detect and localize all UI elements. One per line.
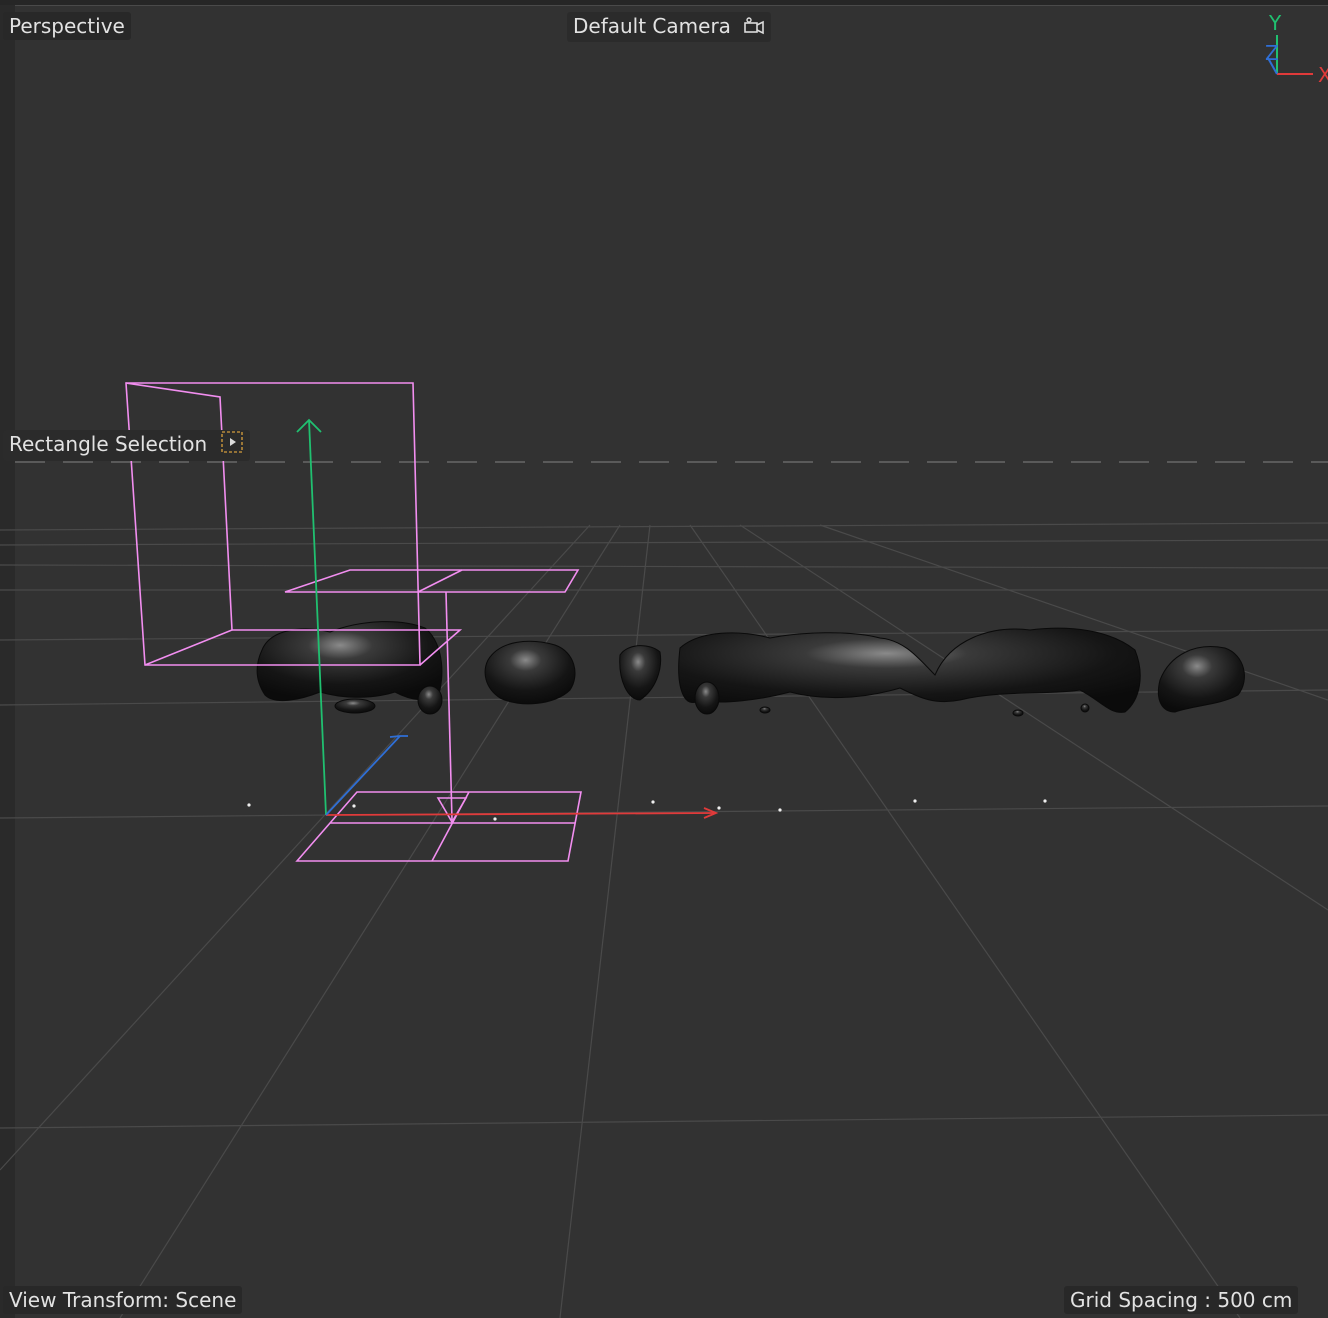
projection-label: Perspective — [9, 14, 125, 38]
camera-menu[interactable]: Default Camera — [567, 12, 772, 42]
selection-tool-label: Rectangle Selection — [9, 432, 208, 456]
fluid-mesh — [256, 621, 1245, 717]
camera-icon — [743, 14, 765, 42]
3d-viewport[interactable]: Y Z X Perspective Default Camera Rectang… — [0, 0, 1328, 1318]
grid-spacing-label: Grid Spacing : 500 cm — [1070, 1288, 1293, 1312]
view-transform-menu[interactable]: View Transform: Scene — [3, 1286, 243, 1314]
gizmo-x-label: X — [1318, 63, 1328, 87]
y-axis-handle[interactable] — [308, 419, 327, 816]
ground-grid — [0, 522, 1328, 1318]
camera-label: Default Camera — [573, 14, 731, 38]
gizmo-y-label: Y — [1268, 11, 1282, 35]
projection-menu[interactable]: Perspective — [3, 12, 131, 40]
rectangle-selection-icon — [220, 430, 244, 461]
view-transform-label: View Transform: Scene — [9, 1288, 237, 1312]
x-axis-handle[interactable] — [325, 812, 717, 816]
scene-canvas[interactable]: Y Z X — [0, 0, 1328, 1318]
transform-gizmo[interactable] — [296, 418, 719, 819]
orientation-gizmo[interactable]: Y Z X — [1265, 11, 1328, 87]
selection-tool-indicator[interactable]: Rectangle Selection — [3, 430, 250, 461]
grid-spacing-readout: Grid Spacing : 500 cm — [1064, 1286, 1299, 1314]
z-axis-handle[interactable] — [325, 735, 401, 816]
gizmo-z-label: Z — [1265, 41, 1279, 65]
